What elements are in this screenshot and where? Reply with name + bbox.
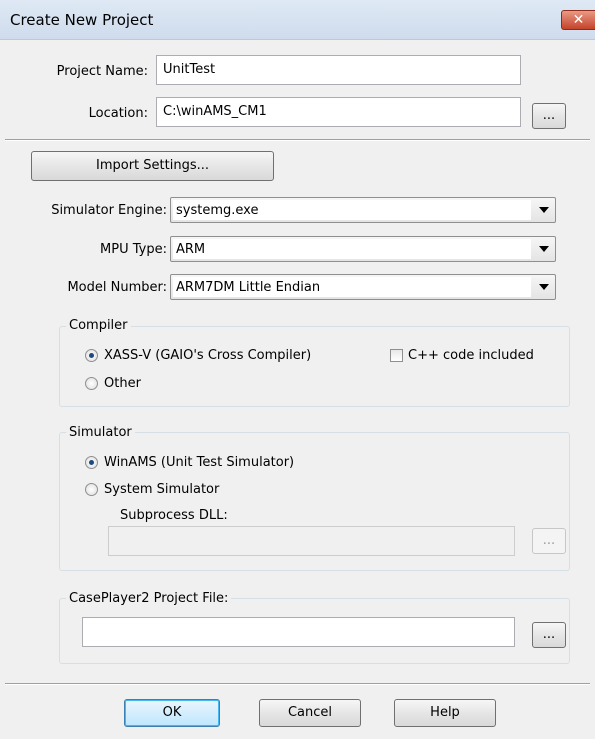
caseplayer-browse-button[interactable]: ... xyxy=(532,622,566,648)
chevron-down-icon xyxy=(539,207,549,213)
model-number-select[interactable]: ARM7DM Little Endian xyxy=(170,274,556,300)
simulator-option-winams-radio[interactable] xyxy=(85,456,98,469)
cancel-button[interactable]: Cancel xyxy=(259,699,361,727)
simulator-option-system-radio[interactable] xyxy=(85,483,98,496)
mpu-type-label: MPU Type: xyxy=(100,242,167,257)
subprocess-dll-label: Subprocess DLL: xyxy=(120,508,228,523)
location-browse-button[interactable]: ... xyxy=(532,103,566,129)
location-input[interactable]: C:\winAMS_CM1 xyxy=(156,97,521,127)
simulator-engine-label: Simulator Engine: xyxy=(51,203,167,218)
separator-top xyxy=(5,139,590,141)
caseplayer-group-title: CasePlayer2 Project File: xyxy=(66,591,232,606)
mpu-type-value: ARM xyxy=(173,239,531,259)
project-name-label: Project Name: xyxy=(56,64,148,79)
subprocess-browse-button: ... xyxy=(532,528,566,554)
compiler-option-other-radio[interactable] xyxy=(85,377,98,390)
compiler-group xyxy=(59,326,570,407)
compiler-option-other-label[interactable]: Other xyxy=(104,376,141,391)
model-number-value: ARM7DM Little Endian xyxy=(173,277,531,297)
chevron-down-icon xyxy=(539,246,549,252)
ok-button[interactable]: OK xyxy=(124,699,220,727)
caseplayer-file-input[interactable] xyxy=(82,617,515,647)
separator-bottom xyxy=(5,683,590,685)
model-number-label: Model Number: xyxy=(67,280,167,295)
simulator-option-system-label[interactable]: System Simulator xyxy=(104,482,219,497)
simulator-group-title: Simulator xyxy=(66,425,135,440)
chevron-down-icon xyxy=(539,284,549,290)
compiler-option-xass-radio[interactable] xyxy=(85,349,98,362)
close-icon: ✕ xyxy=(572,12,585,28)
simulator-option-winams-label[interactable]: WinAMS (Unit Test Simulator) xyxy=(104,455,294,470)
subprocess-dll-input xyxy=(108,526,515,556)
mpu-type-select[interactable]: ARM xyxy=(170,236,556,262)
compiler-option-xass-label[interactable]: XASS-V (GAIO's Cross Compiler) xyxy=(104,348,311,363)
compiler-group-title: Compiler xyxy=(66,318,131,333)
title-bar: Create New Project ✕ xyxy=(0,0,595,40)
simulator-engine-select[interactable]: systemg.exe xyxy=(170,197,556,223)
project-name-input[interactable]: UnitTest xyxy=(156,55,521,85)
cpp-code-checkbox[interactable] xyxy=(390,349,403,362)
window-title: Create New Project xyxy=(10,11,154,29)
location-label: Location: xyxy=(88,106,148,121)
cpp-code-label[interactable]: C++ code included xyxy=(408,348,534,363)
simulator-engine-value: systemg.exe xyxy=(173,200,531,220)
import-settings-button[interactable]: Import Settings... xyxy=(31,151,274,181)
help-button[interactable]: Help xyxy=(394,699,496,727)
close-button[interactable]: ✕ xyxy=(561,10,595,30)
